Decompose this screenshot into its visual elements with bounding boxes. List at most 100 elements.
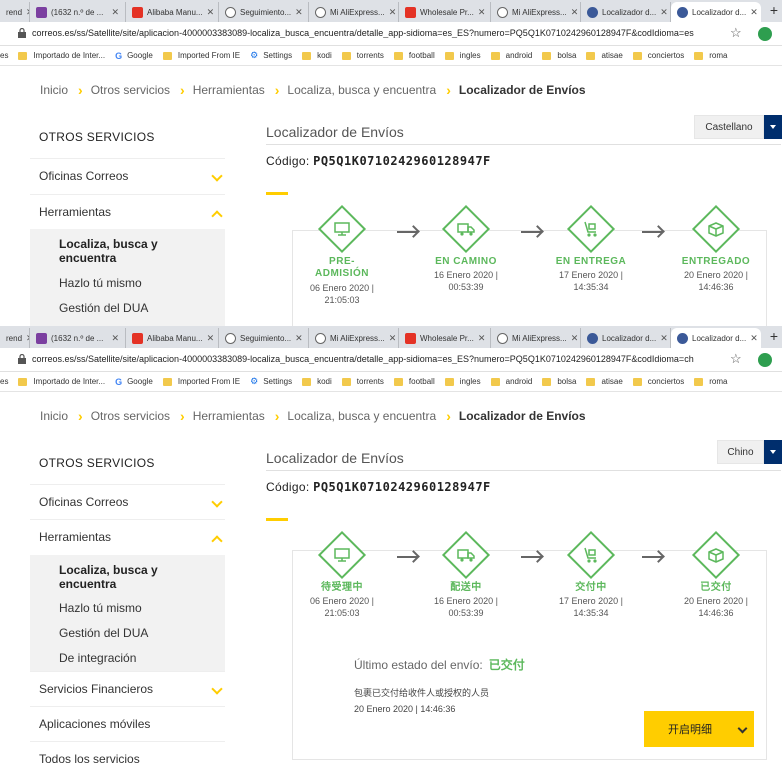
sidebar-item-herramientas[interactable]: Herramientas	[30, 519, 225, 554]
tab-1[interactable]: rend✕	[0, 2, 30, 22]
bookmark-es[interactable]: es	[0, 51, 8, 60]
bookmark-android[interactable]: android	[490, 377, 532, 386]
show-details-button[interactable]: 开启明细	[644, 711, 754, 747]
breadcrumb-inicio[interactable]: Inicio	[40, 83, 68, 97]
bookmark-bolsa[interactable]: bolsa	[542, 377, 576, 386]
bookmark-kodi[interactable]: kodi	[302, 51, 332, 60]
new-tab-icon[interactable]: +	[770, 2, 778, 18]
tab-7[interactable]: Mi AliExpress... ✕	[491, 2, 581, 22]
bookmark-torrents[interactable]: torrents	[341, 377, 384, 386]
breadcrumb-inicio[interactable]: Inicio	[40, 409, 68, 423]
bookmark-roma[interactable]: roma	[694, 51, 728, 60]
close-icon[interactable]: ✕	[474, 333, 486, 344]
submenu-integracion[interactable]: De integración	[59, 651, 136, 665]
bookmark-imported-ie[interactable]: Imported From IE	[162, 51, 240, 60]
language-dropdown-button[interactable]	[764, 115, 782, 139]
star-icon[interactable]: ☆	[730, 25, 742, 41]
bookmark-kodi[interactable]: kodi	[302, 377, 332, 386]
tab-7[interactable]: Mi AliExpress... ✕	[491, 328, 581, 348]
sidebar-item-herramientas[interactable]: Herramientas	[30, 194, 225, 229]
close-icon[interactable]: ✕	[22, 333, 29, 344]
bookmark-importado[interactable]: Importado de Inter...	[18, 51, 105, 60]
close-icon[interactable]: ✕	[746, 7, 758, 18]
tab-8[interactable]: Localizador d... ✕	[581, 2, 671, 22]
breadcrumb-otros-servicios[interactable]: Otros servicios	[91, 409, 170, 423]
address-bar[interactable]: correos.es/ss/Satellite/site/aplicacion-…	[0, 22, 782, 46]
close-icon[interactable]: ✕	[567, 7, 579, 18]
breadcrumb-otros-servicios[interactable]: Otros servicios	[91, 83, 170, 97]
tab-2[interactable]: (1632 n.º de ... ✕	[30, 328, 126, 348]
bookmark-conciertos[interactable]: conciertos	[632, 51, 684, 60]
sidebar-item-financieros[interactable]: Servicios Financieros	[30, 671, 225, 706]
extension-icon[interactable]	[758, 27, 772, 41]
close-icon[interactable]: ✕	[203, 7, 215, 18]
close-icon[interactable]: ✕	[385, 333, 397, 344]
breadcrumb-localiza[interactable]: Localiza, busca y encuentra	[287, 83, 436, 97]
breadcrumb-localiza[interactable]: Localiza, busca y encuentra	[287, 409, 436, 423]
tab-5[interactable]: Mi AliExpress... ✕	[309, 2, 399, 22]
bookmark-imported-ie[interactable]: Imported From IE	[162, 377, 240, 386]
star-icon[interactable]: ☆	[730, 351, 742, 367]
submenu-dua[interactable]: Gestión del DUA	[59, 626, 148, 640]
bookmark-atisae[interactable]: atisae	[586, 377, 623, 386]
bookmark-football[interactable]: football	[393, 51, 435, 60]
tab-3[interactable]: Alibaba Manu... ✕	[126, 2, 219, 22]
tab-6[interactable]: Wholesale Pr... ✕	[399, 328, 491, 348]
tab-4[interactable]: Seguimiento... ✕	[219, 328, 309, 348]
close-icon[interactable]: ✕	[22, 7, 29, 18]
language-select[interactable]: Castellano	[694, 115, 764, 139]
tab-2[interactable]: (1632 n.º de ... ✕	[30, 2, 126, 22]
bookmark-android[interactable]: android	[490, 51, 532, 60]
language-select[interactable]: Chino	[717, 440, 764, 464]
bookmark-settings[interactable]: ⚙ Settings	[250, 376, 292, 387]
bookmark-google[interactable]: G Google	[115, 377, 153, 387]
tab-4[interactable]: Seguimiento... ✕	[219, 2, 309, 22]
close-icon[interactable]: ✕	[107, 333, 119, 344]
close-icon[interactable]: ✕	[107, 7, 119, 18]
bookmark-atisae[interactable]: atisae	[586, 51, 623, 60]
bookmark-bolsa[interactable]: bolsa	[542, 51, 576, 60]
tab-9-active[interactable]: Localizador d... ✕	[671, 328, 761, 348]
close-icon[interactable]: ✕	[656, 7, 668, 18]
url-text[interactable]: correos.es/ss/Satellite/site/aplicacion-…	[32, 28, 722, 38]
breadcrumb-herramientas[interactable]: Herramientas	[193, 409, 265, 423]
close-icon[interactable]: ✕	[746, 333, 758, 344]
bookmark-conciertos[interactable]: conciertos	[632, 377, 684, 386]
close-icon[interactable]: ✕	[385, 7, 397, 18]
bookmark-football[interactable]: football	[393, 377, 435, 386]
new-tab-icon[interactable]: +	[770, 328, 778, 344]
bookmark-torrents[interactable]: torrents	[341, 51, 384, 60]
tab-5[interactable]: Mi AliExpress... ✕	[309, 328, 399, 348]
tab-6[interactable]: Wholesale Pr... ✕	[399, 2, 491, 22]
bookmark-roma[interactable]: roma	[694, 377, 728, 386]
bookmark-es[interactable]: es	[0, 377, 8, 386]
submenu-hazlo[interactable]: Hazlo tú mismo	[59, 601, 142, 615]
close-icon[interactable]: ✕	[291, 333, 303, 344]
close-icon[interactable]: ✕	[291, 7, 303, 18]
bookmark-importado[interactable]: Importado de Inter...	[18, 377, 105, 386]
bookmark-google[interactable]: G Google	[115, 51, 153, 61]
sidebar-item-moviles[interactable]: Aplicaciones móviles	[30, 706, 225, 741]
submenu-dua[interactable]: Gestión del DUA	[59, 301, 148, 315]
tab-3[interactable]: Alibaba Manu... ✕	[126, 328, 219, 348]
submenu-localiza[interactable]: Localiza, busca y encuentra	[59, 563, 158, 591]
url-text[interactable]: correos.es/ss/Satellite/site/aplicacion-…	[32, 354, 722, 364]
tab-1[interactable]: rend✕	[0, 328, 30, 348]
close-icon[interactable]: ✕	[203, 333, 215, 344]
close-icon[interactable]: ✕	[567, 333, 579, 344]
sidebar-item-todos[interactable]: Todos los servicios	[30, 741, 225, 763]
tab-9-active[interactable]: Localizador d... ✕	[671, 2, 761, 22]
bookmark-settings[interactable]: ⚙ Settings	[250, 50, 292, 61]
sidebar-item-oficinas[interactable]: Oficinas Correos	[30, 158, 225, 193]
breadcrumb-herramientas[interactable]: Herramientas	[193, 83, 265, 97]
submenu-hazlo[interactable]: Hazlo tú mismo	[59, 276, 142, 290]
bookmark-ingles[interactable]: ingles	[444, 51, 481, 60]
close-icon[interactable]: ✕	[656, 333, 668, 344]
tab-8[interactable]: Localizador d... ✕	[581, 328, 671, 348]
close-icon[interactable]: ✕	[474, 7, 486, 18]
extension-icon[interactable]	[758, 353, 772, 367]
submenu-localiza[interactable]: Localiza, busca y encuentra	[59, 237, 158, 265]
address-bar[interactable]: correos.es/ss/Satellite/site/aplicacion-…	[0, 348, 782, 372]
sidebar-item-oficinas[interactable]: Oficinas Correos	[30, 484, 225, 519]
bookmark-ingles[interactable]: ingles	[444, 377, 481, 386]
